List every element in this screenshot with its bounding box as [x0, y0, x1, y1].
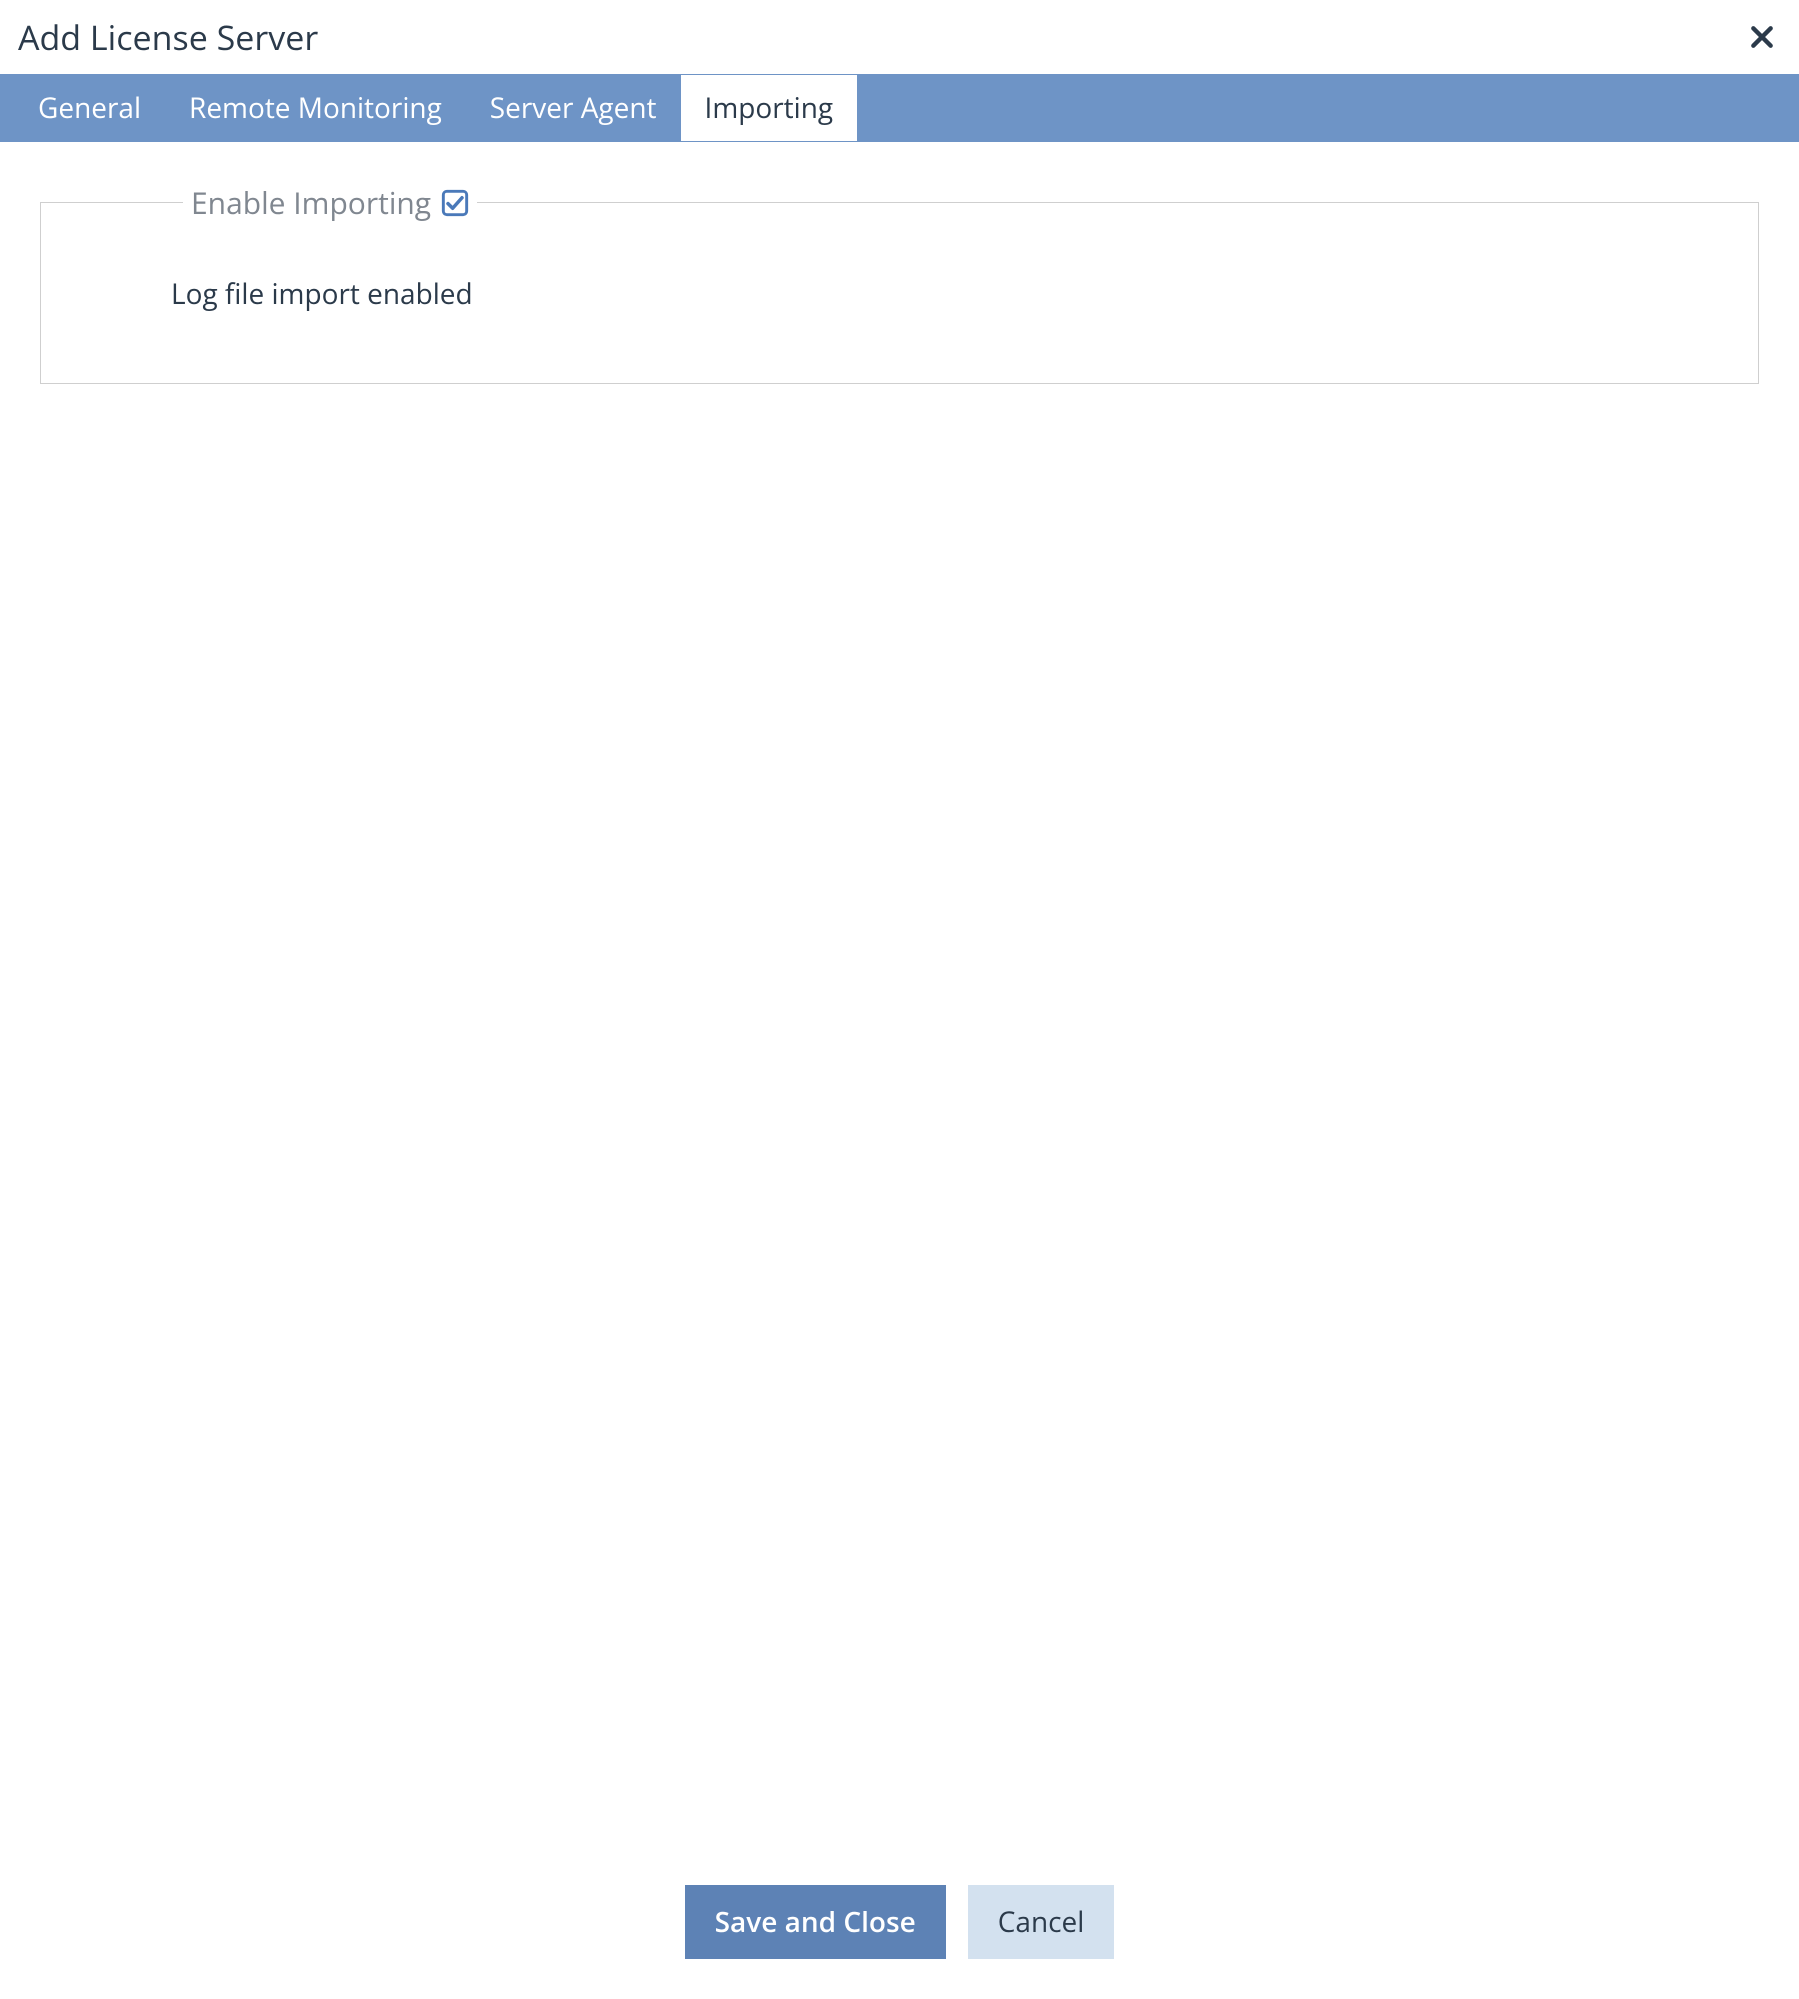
fieldset-legend-label: Enable Importing: [191, 182, 431, 223]
dialog-button-row: Save and Close Cancel: [0, 1855, 1799, 1999]
enable-importing-fieldset: Enable Importing Log file import enabled: [40, 182, 1759, 384]
tab-bar: General Remote Monitoring Server Agent I…: [0, 74, 1799, 142]
fieldset-legend: Enable Importing: [183, 182, 477, 223]
tab-importing[interactable]: Importing: [681, 75, 858, 141]
tab-content-importing: Enable Importing Log file import enabled: [0, 142, 1799, 1855]
tab-server-agent[interactable]: Server Agent: [466, 75, 681, 141]
tab-remote-monitoring[interactable]: Remote Monitoring: [165, 75, 466, 141]
dialog-header: Add License Server: [0, 0, 1799, 74]
add-license-server-dialog: Add License Server General Remote Monito…: [0, 0, 1799, 1999]
save-and-close-button[interactable]: Save and Close: [685, 1885, 946, 1959]
tab-general[interactable]: General: [14, 75, 165, 141]
checkbox-checked-icon: [441, 189, 469, 217]
close-button[interactable]: [1743, 20, 1781, 54]
log-file-import-enabled-text: Log file import enabled: [171, 275, 1728, 313]
cancel-button[interactable]: Cancel: [968, 1885, 1115, 1959]
enable-importing-checkbox[interactable]: [441, 189, 469, 217]
dialog-title: Add License Server: [18, 14, 318, 60]
close-icon: [1749, 24, 1775, 50]
